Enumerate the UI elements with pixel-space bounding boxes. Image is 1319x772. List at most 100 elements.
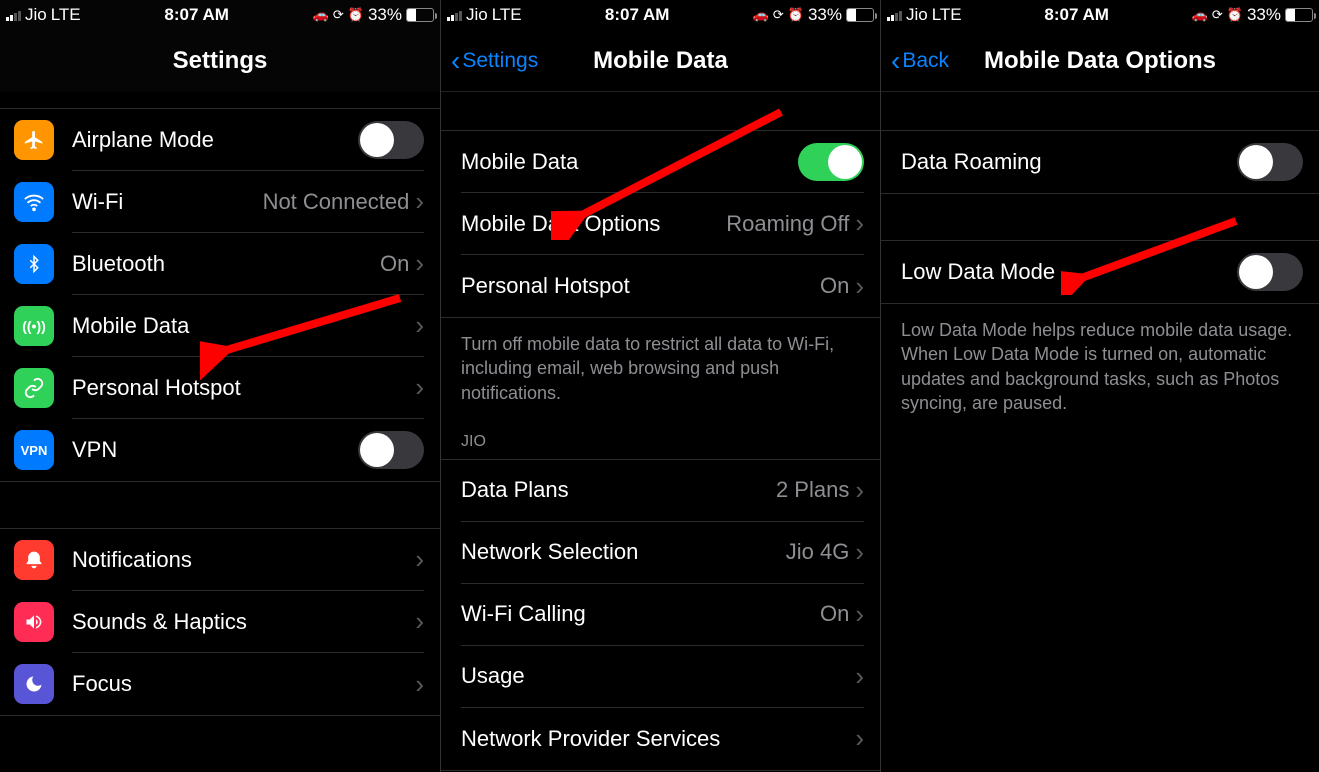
screen-mobile-data: Jio LTE 8:07 AM 🚗 ⟳ ⏰ 33% ‹ Settings Mob… [440, 0, 880, 772]
row-label: Data Roaming [901, 149, 1237, 175]
row-network-selection[interactable]: Network Selection Jio 4G › [441, 522, 880, 584]
chevron-right-icon: › [855, 661, 864, 692]
row-label: Network Selection [461, 539, 786, 565]
row-personal-hotspot[interactable]: Personal Hotspot › [0, 357, 440, 419]
antenna-icon: ((•)) [14, 306, 54, 346]
row-label: Notifications [72, 547, 415, 573]
chevron-right-icon: › [415, 310, 424, 341]
mobile-data-group-jio: Data Plans 2 Plans › Network Selection J… [441, 459, 880, 771]
chevron-right-icon: › [415, 669, 424, 700]
row-label: Personal Hotspot [72, 375, 415, 401]
status-bar: Jio LTE 8:07 AM 🚗 ⟳ ⏰ 33% [0, 0, 440, 30]
network-label: LTE [932, 5, 962, 25]
row-data-roaming[interactable]: Data Roaming [881, 131, 1319, 193]
row-value: On [380, 251, 409, 277]
row-value: On [820, 601, 849, 627]
row-value: On [820, 273, 849, 299]
bell-icon [14, 540, 54, 580]
section-footer: Turn off mobile data to restrict all dat… [441, 318, 880, 425]
settings-group-system: Notifications › Sounds & Haptics › Focus… [0, 528, 440, 716]
row-mobile-data-toggle[interactable]: Mobile Data [441, 131, 880, 193]
battery-pct: 33% [808, 5, 842, 25]
row-personal-hotspot[interactable]: Personal Hotspot On › [441, 255, 880, 317]
row-usage[interactable]: Usage › [441, 646, 880, 708]
alarm-icon: ⏰ [1227, 7, 1243, 23]
row-label: Airplane Mode [72, 127, 358, 153]
clock: 8:07 AM [1044, 5, 1109, 25]
mobile-data-group-1: Mobile Data Mobile Data Options Roaming … [441, 130, 880, 318]
row-network-provider-services[interactable]: Network Provider Services › [441, 708, 880, 770]
airplane-mode-toggle[interactable] [358, 121, 424, 159]
row-bluetooth[interactable]: Bluetooth On › [0, 233, 440, 295]
row-label: Mobile Data [461, 149, 798, 175]
chevron-right-icon: › [415, 544, 424, 575]
back-button[interactable]: ‹ Back [891, 47, 949, 75]
battery-pct: 33% [1247, 5, 1281, 25]
mobile-data-toggle[interactable] [798, 143, 864, 181]
signal-bars-icon [6, 9, 21, 21]
group-low-data-mode: Low Data Mode [881, 240, 1319, 304]
row-label: Mobile Data Options [461, 211, 726, 237]
group-data-roaming: Data Roaming [881, 130, 1319, 194]
network-label: LTE [51, 5, 81, 25]
row-mobile-data[interactable]: ((•)) Mobile Data › [0, 295, 440, 357]
nav-header: ‹ Settings Mobile Data [441, 30, 880, 92]
chevron-right-icon: › [855, 271, 864, 302]
signal-bars-icon [887, 9, 902, 21]
carrier-label: Jio [466, 5, 488, 25]
row-data-plans[interactable]: Data Plans 2 Plans › [441, 460, 880, 522]
back-button[interactable]: ‹ Settings [451, 47, 538, 75]
row-label: Network Provider Services [461, 726, 855, 752]
clock: 8:07 AM [164, 5, 229, 25]
row-value: Not Connected [263, 189, 410, 215]
alarm-icon: ⏰ [788, 7, 804, 23]
row-mobile-data-options[interactable]: Mobile Data Options Roaming Off › [441, 193, 880, 255]
data-roaming-toggle[interactable] [1237, 143, 1303, 181]
row-label: Personal Hotspot [461, 273, 820, 299]
wifi-icon [14, 182, 54, 222]
moon-icon [14, 664, 54, 704]
chevron-right-icon: › [415, 606, 424, 637]
carplay-icon: 🚗 [313, 7, 329, 23]
vpn-toggle[interactable] [358, 431, 424, 469]
row-wifi[interactable]: Wi-Fi Not Connected › [0, 171, 440, 233]
row-label: Wi-Fi [72, 189, 263, 215]
row-label: Low Data Mode [901, 259, 1237, 285]
bluetooth-icon [14, 244, 54, 284]
carrier-label: Jio [906, 5, 928, 25]
orientation-lock-icon: ⟳ [773, 7, 784, 23]
nav-header: ‹ Back Mobile Data Options [881, 30, 1319, 92]
row-notifications[interactable]: Notifications › [0, 529, 440, 591]
row-low-data-mode[interactable]: Low Data Mode [881, 241, 1319, 303]
row-vpn[interactable]: VPN VPN [0, 419, 440, 481]
status-bar: Jio LTE 8:07 AM 🚗 ⟳ ⏰ 33% [881, 0, 1319, 30]
nav-header: Settings [0, 30, 440, 92]
signal-bars-icon [447, 9, 462, 21]
row-airplane-mode[interactable]: Airplane Mode [0, 109, 440, 171]
orientation-lock-icon: ⟳ [1212, 7, 1223, 23]
chevron-right-icon: › [415, 248, 424, 279]
network-label: LTE [492, 5, 522, 25]
chevron-right-icon: › [855, 475, 864, 506]
low-data-mode-toggle[interactable] [1237, 253, 1303, 291]
row-label: Usage [461, 663, 855, 689]
row-value: 2 Plans [776, 477, 849, 503]
status-bar: Jio LTE 8:07 AM 🚗 ⟳ ⏰ 33% [441, 0, 880, 30]
chevron-right-icon: › [855, 599, 864, 630]
carrier-label: Jio [25, 5, 47, 25]
sound-icon [14, 602, 54, 642]
battery-icon [1285, 8, 1313, 22]
row-label: Bluetooth [72, 251, 380, 277]
row-value: Roaming Off [726, 211, 849, 237]
row-label: VPN [72, 437, 358, 463]
chevron-left-icon: ‹ [891, 47, 900, 75]
page-title: Mobile Data Options [984, 47, 1216, 75]
row-focus[interactable]: Focus › [0, 653, 440, 715]
chevron-left-icon: ‹ [451, 47, 460, 75]
clock: 8:07 AM [605, 5, 670, 25]
back-label: Settings [462, 49, 538, 73]
row-sounds-haptics[interactable]: Sounds & Haptics › [0, 591, 440, 653]
airplane-icon [14, 120, 54, 160]
row-wifi-calling[interactable]: Wi-Fi Calling On › [441, 584, 880, 646]
battery-icon [406, 8, 434, 22]
